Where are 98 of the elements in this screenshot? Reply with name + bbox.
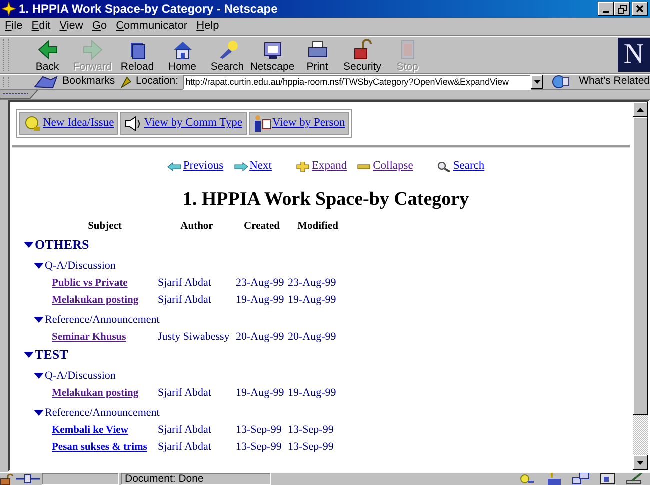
twisty-icon[interactable] — [34, 316, 44, 324]
bookmark-icon — [32, 75, 61, 89]
toolbar-button[interactable]: Reload — [115, 37, 160, 73]
author-cell-text: Sjarif Abdat — [158, 276, 212, 290]
column-header: Created — [243, 220, 281, 234]
document-link[interactable]: Seminar Khusus — [52, 332, 126, 343]
subcategory-label[interactable]: Q-A/Discussion — [45, 368, 116, 384]
vertical-scrollbar[interactable] — [633, 102, 648, 470]
restore-icon — [618, 4, 626, 14]
whats-related-button[interactable]: What's Related — [551, 74, 650, 90]
toolbar-button[interactable]: Netscape — [250, 37, 295, 73]
left-arrow-icon — [167, 162, 182, 172]
lightbulb-icon — [23, 115, 41, 132]
author-cell-text: Sjarif Abdat — [158, 293, 212, 307]
date-cell-text: 13-Sep-99 — [236, 440, 283, 454]
column-header: Author — [180, 220, 214, 234]
status-text: Document: Done — [121, 473, 271, 485]
close-icon — [636, 5, 644, 13]
date-cell-text: 13-Sep-99 — [288, 423, 335, 437]
url-field[interactable]: http://rapat.curtin.edu.au/hppia-room.nsf/TWSbyCategory?OpenView&ExpandView — [182, 74, 532, 90]
padlock-icon[interactable] — [0, 473, 14, 485]
date-cell-text: 13-Sep-99 — [288, 440, 335, 454]
author-cell-text: Sjarif Abdat — [158, 440, 212, 454]
window-title: 1. HPPIA Work Space-by Category - Netscape — [19, 1, 278, 18]
plus-icon — [296, 162, 310, 172]
document-link[interactable]: Melakukan posting — [52, 295, 139, 306]
toolbar-button[interactable]: Search — [205, 37, 250, 73]
document-link[interactable]: Public vs Private — [52, 278, 128, 289]
house-icon — [172, 39, 194, 61]
caret-icon — [534, 80, 541, 84]
menu-item[interactable]: Help — [196, 18, 220, 35]
document-link[interactable]: Melakukan posting — [52, 388, 139, 399]
document-link[interactable]: Pesan sukses & trims — [52, 442, 148, 453]
twisty-icon[interactable] — [34, 262, 44, 270]
forward-arrow-icon — [82, 39, 104, 61]
twisty-icon[interactable] — [34, 372, 44, 380]
up-arrow-icon — [637, 108, 644, 112]
date-cell-text: 20-Aug-99 — [288, 330, 338, 344]
date-cell-text: 19-Aug-99 — [236, 293, 286, 307]
toolbar-link[interactable]: New Idea/Issue — [19, 112, 118, 136]
toolbar-button[interactable]: Home — [160, 37, 205, 73]
nav-link[interactable]: Collapse — [373, 158, 414, 176]
twisty-icon[interactable] — [34, 409, 44, 417]
date-cell-text: 19-Aug-99 — [288, 386, 338, 400]
toolbar-link[interactable]: View by Comm Type — [120, 112, 246, 136]
menu-item[interactable]: View — [60, 18, 84, 35]
search-icon — [437, 162, 452, 172]
date-cell-text: 23-Aug-99 — [288, 276, 338, 290]
nav-link[interactable]: Expand — [312, 158, 348, 176]
author-cell-text: Sjarif Abdat — [158, 386, 212, 400]
date-cell-text: 23-Aug-99 — [236, 276, 286, 290]
pen-icon[interactable] — [626, 473, 644, 485]
netscape-logo: N — [618, 38, 650, 72]
down-arrow-icon — [637, 460, 644, 464]
padlock-icon — [352, 39, 374, 61]
right-arrow-icon — [234, 162, 248, 172]
menu-item[interactable]: File — [5, 18, 23, 35]
minus-icon — [357, 162, 372, 172]
toolbar-button[interactable]: Back — [25, 37, 70, 73]
author-cell-text: Justy Siwabessy — [158, 330, 231, 344]
author-cell-text: Sjarif Abdat — [158, 423, 212, 437]
person-icon — [252, 115, 270, 132]
back-arrow-icon — [36, 39, 58, 61]
nav-link[interactable]: Previous — [183, 158, 224, 176]
menu-item[interactable]: Edit — [32, 18, 51, 35]
page-heading: 1. HPPIA Work Space-by Category — [182, 188, 470, 210]
column-header: Modified — [296, 220, 340, 234]
star-icon — [2, 2, 16, 16]
dropdown-button[interactable] — [531, 75, 544, 89]
toolbar-link[interactable]: View by Person — [248, 112, 350, 136]
date-cell-text: 19-Aug-99 — [288, 293, 338, 307]
toolbar-button[interactable]: Security — [340, 37, 385, 73]
date-cell-text: 20-Aug-99 — [236, 330, 286, 344]
date-cell-text: 19-Aug-99 — [236, 386, 286, 400]
twisty-icon[interactable] — [24, 351, 34, 359]
subcategory-label[interactable]: Q-A/Discussion — [45, 258, 116, 274]
twisty-icon[interactable] — [24, 241, 34, 249]
column-header: Subject — [87, 220, 123, 234]
toolbar-button[interactable]: Print — [295, 37, 340, 73]
nav-link[interactable]: Next — [250, 158, 272, 176]
close-button[interactable] — [632, 2, 648, 16]
speaker-icon — [124, 115, 142, 132]
location-label: Location: — [136, 74, 179, 90]
menu-item[interactable]: Go — [92, 18, 108, 35]
category-label[interactable]: TEST — [35, 345, 68, 365]
document-link[interactable]: Kembali ke View — [52, 425, 128, 436]
maximize-button[interactable] — [614, 2, 630, 16]
bookmarks-button[interactable]: Bookmarks — [32, 74, 116, 90]
discussion-icon[interactable] — [572, 473, 590, 485]
subcategory-label[interactable]: Reference/Announcement — [45, 312, 160, 328]
date-cell-text: 13-Sep-99 — [236, 423, 283, 437]
menu-item[interactable]: Communicator — [116, 18, 188, 35]
collapsed-toolbar-tab[interactable] — [0, 90, 38, 99]
connection-icon[interactable] — [16, 473, 40, 485]
subcategory-label[interactable]: Reference/Announcement — [45, 404, 160, 422]
nav-link[interactable]: Search — [453, 158, 485, 176]
minimize-button[interactable] — [598, 2, 614, 16]
category-label[interactable]: OTHERS — [35, 235, 90, 255]
